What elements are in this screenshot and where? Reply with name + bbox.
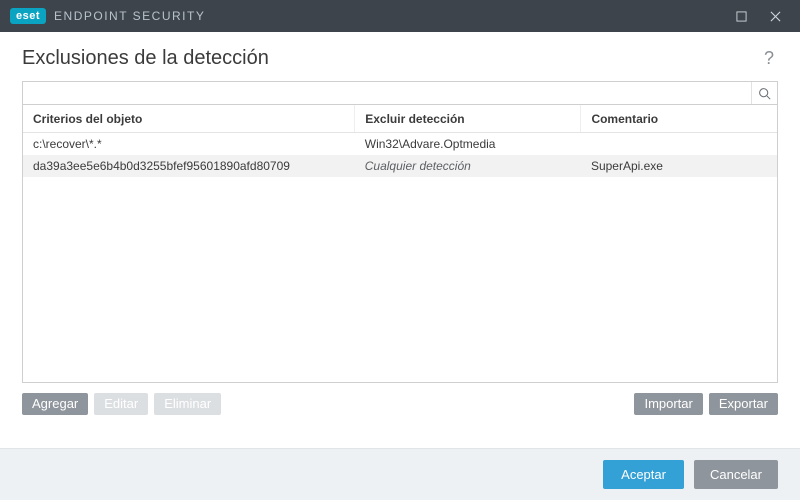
minimize-icon [736,11,747,22]
cancel-button[interactable]: Cancelar [694,460,778,489]
cell-comment [581,133,777,156]
cell-criteria: c:\recover\*.* [23,133,355,156]
page-title: Exclusiones de la detección [22,47,269,70]
close-button[interactable] [758,0,792,32]
cell-exclude: Cualquier detección [355,155,581,177]
search-bar [22,81,778,105]
dialog-footer: Aceptar Cancelar [0,448,800,500]
table-row[interactable]: c:\recover\*.*Win32\Advare.Optmedia [23,133,777,156]
table-toolbar: Agregar Editar Eliminar Importar Exporta… [22,393,778,415]
titlebar: eset ENDPOINT SECURITY [0,0,800,32]
column-exclude[interactable]: Excluir detección [355,105,581,133]
column-comment[interactable]: Comentario [581,105,777,133]
edit-button: Editar [94,393,148,415]
search-button[interactable] [751,82,777,104]
search-icon [758,87,771,100]
page-header: Exclusiones de la detección ? [0,32,800,81]
help-button[interactable]: ? [760,46,778,71]
add-button[interactable]: Agregar [22,393,88,415]
close-icon [770,11,781,22]
cell-comment: SuperApi.exe [581,155,777,177]
import-button[interactable]: Importar [634,393,702,415]
cell-criteria: da39a3ee5e6b4b0d3255bfef95601890afd80709 [23,155,355,177]
search-input[interactable] [23,82,751,104]
export-button[interactable]: Exportar [709,393,778,415]
exclusions-table-container: Criterios del objeto Excluir detección C… [22,105,778,383]
column-criteria[interactable]: Criterios del objeto [23,105,355,133]
cell-exclude: Win32\Advare.Optmedia [355,133,581,156]
minimize-button[interactable] [724,0,758,32]
product-name: ENDPOINT SECURITY [54,9,205,23]
exclusions-table: Criterios del objeto Excluir detección C… [23,105,777,177]
delete-button: Eliminar [154,393,221,415]
brand-badge: eset [10,8,46,24]
table-row[interactable]: da39a3ee5e6b4b0d3255bfef95601890afd80709… [23,155,777,177]
accept-button[interactable]: Aceptar [603,460,684,489]
